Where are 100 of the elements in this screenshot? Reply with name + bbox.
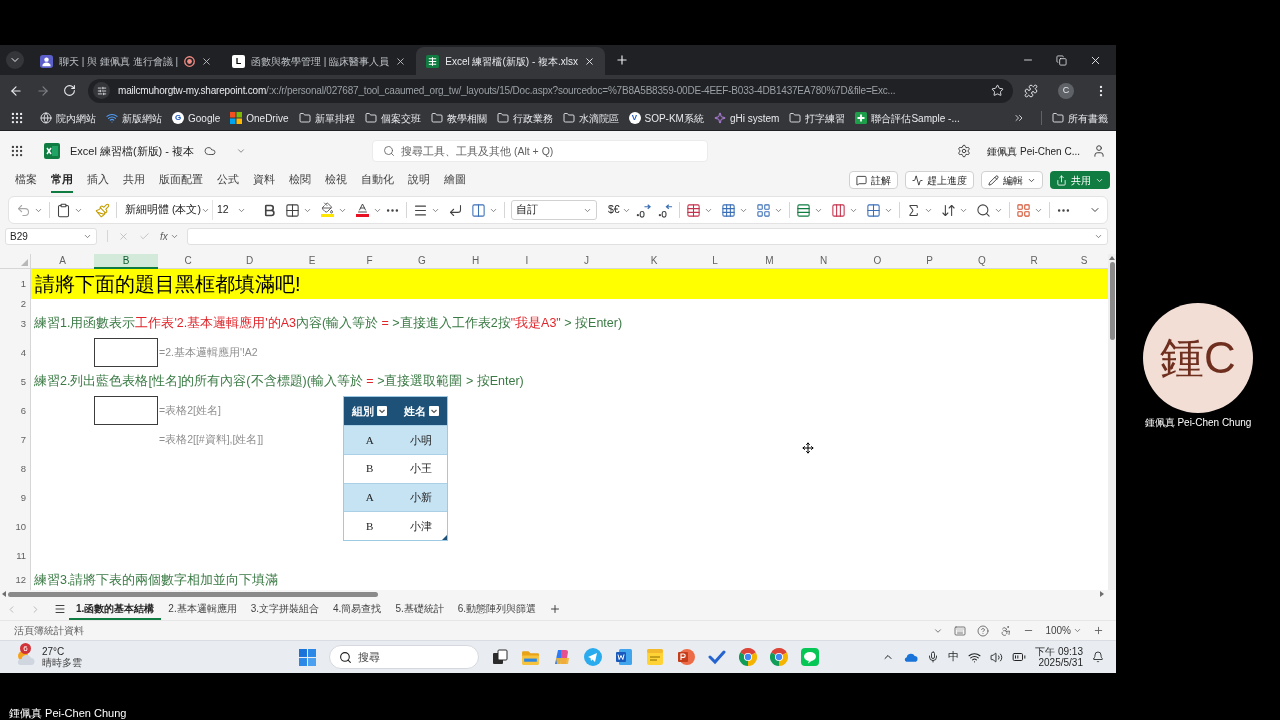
column-header[interactable]: C <box>158 254 218 269</box>
column-header[interactable]: P <box>903 254 956 269</box>
taskbar-search-box[interactable]: 搜尋 <box>329 645 479 669</box>
row-number[interactable]: 5 <box>0 367 31 396</box>
reload-icon[interactable] <box>63 84 76 97</box>
task-view-icon[interactable] <box>492 649 508 665</box>
name-box[interactable]: B29 <box>5 227 97 245</box>
bookmark-star-icon[interactable] <box>991 84 1004 97</box>
formula-input[interactable] <box>186 227 1108 245</box>
bookmark[interactable]: V SOP-KM系統 <box>628 110 704 126</box>
conditional-formatting-icon[interactable] <box>685 202 701 218</box>
bookmark[interactable]: 打字練習 <box>789 110 846 126</box>
align-left-icon[interactable] <box>413 202 428 218</box>
column-header[interactable]: O <box>852 254 903 269</box>
paste-icon[interactable] <box>56 202 71 218</box>
ribbon-tab[interactable]: 檢視 <box>325 167 347 193</box>
battery-icon[interactable] <box>1012 650 1027 664</box>
cloud-icon[interactable] <box>204 145 217 157</box>
ribbon-tab[interactable]: 版面配置 <box>159 167 203 193</box>
bold-icon[interactable] <box>262 202 277 218</box>
volume-icon[interactable] <box>990 650 1004 664</box>
bookmark[interactable]: 教學相關 <box>430 110 487 126</box>
filter-dropdown-icon[interactable] <box>428 406 439 416</box>
number-format-dropdown[interactable]: 自訂 <box>511 200 597 220</box>
bookmark[interactable]: 個案交班 <box>364 110 421 126</box>
address-bar[interactable]: mailcmuhorgtw-my.sharepoint.com/:x:/r/personal/027687_tool_caaumed_org_tw/_layouts/15/Doc.aspx?sourcedoc=%7B8A5B8359-00DE-4EEF-B033-4DB1437EA780%7D&file=Exc... <box>88 78 1013 103</box>
bookmark[interactable]: OneDrive <box>230 110 289 126</box>
bookmark[interactable]: 水滴院區 <box>562 110 619 126</box>
row-number[interactable]: 8 <box>0 454 31 483</box>
column-header[interactable]: L <box>686 254 744 269</box>
all-sheets-icon[interactable] <box>54 603 66 615</box>
browser-icon[interactable] <box>770 648 788 666</box>
action-button[interactable]: 共用 <box>1050 171 1110 189</box>
add-ins-icon[interactable] <box>1015 202 1031 218</box>
filter-dropdown-icon[interactable] <box>377 406 388 416</box>
row-number[interactable]: 2 <box>0 299 31 309</box>
cloud-icon[interactable] <box>903 652 919 662</box>
close-icon[interactable] <box>201 55 213 67</box>
sheet-tab[interactable]: 2.基本邏輯應用 <box>161 598 244 620</box>
file-title[interactable]: Excel 練習檔(新版) - 複本 <box>70 142 195 160</box>
row-number[interactable]: 12 <box>0 570 31 590</box>
row-number[interactable]: 10 <box>0 512 31 541</box>
currency-button[interactable]: $€ <box>608 202 631 218</box>
notifications-icon[interactable] <box>1092 651 1104 663</box>
merge-cells-icon[interactable] <box>471 202 486 218</box>
presentation-icon[interactable] <box>677 648 695 666</box>
apps-icon[interactable] <box>10 111 24 125</box>
start-icon[interactable] <box>299 648 316 666</box>
checkmark-icon[interactable] <box>708 648 726 666</box>
undo-icon[interactable] <box>16 202 31 218</box>
folder-icon[interactable] <box>521 648 540 666</box>
column-header[interactable]: E <box>281 254 343 269</box>
weather-text[interactable]: 晴時多雲 <box>42 657 82 668</box>
scroll-thumb[interactable] <box>8 591 378 597</box>
action-button[interactable]: 註解 <box>849 171 898 189</box>
bookmark[interactable]: 新版網站 <box>106 110 162 126</box>
temperature-text[interactable]: 27°C <box>42 646 82 657</box>
search-field[interactable]: 搜尋工具、工具及其他 (Alt + Q) <box>401 142 703 160</box>
column-header[interactable]: N <box>795 254 852 269</box>
browser-tab[interactable]: 聊天 | 與 鍾佩真 進行會議 | <box>30 47 223 75</box>
browser-tab[interactable]: L 函數與教學管理 | 臨床醫事人員 <box>222 47 417 75</box>
ribbon-tab[interactable]: 檔案 <box>15 167 37 193</box>
insert-cells-icon[interactable] <box>795 202 811 218</box>
browser-icon[interactable] <box>739 648 757 666</box>
search-box[interactable]: 搜尋工具、工具及其他 (Alt + Q) <box>372 140 708 162</box>
ribbon-tab[interactable]: 檢閱 <box>289 167 311 193</box>
input-method-indicator[interactable]: 中 <box>948 649 960 665</box>
borders-icon[interactable] <box>285 202 300 218</box>
column-header[interactable]: M <box>744 254 795 269</box>
microphone-icon[interactable] <box>927 651 940 663</box>
scroll-left-icon[interactable] <box>2 591 6 597</box>
add-sheet-icon[interactable] <box>549 603 562 615</box>
close-icon[interactable] <box>584 55 596 67</box>
column-header[interactable]: R <box>1008 254 1060 269</box>
extensions-icon[interactable] <box>1024 83 1038 98</box>
format-cells-icon[interactable] <box>865 202 881 218</box>
row-number[interactable]: 6 <box>0 396 31 425</box>
ribbon-tab[interactable]: 常用 <box>51 167 73 193</box>
ribbon-tab[interactable]: 自動化 <box>361 167 394 193</box>
wifi-icon[interactable] <box>968 650 982 664</box>
increase-decimal-icon[interactable] <box>635 202 651 218</box>
close-icon[interactable] <box>395 55 407 67</box>
column-header[interactable]: K <box>622 254 686 269</box>
profile-avatar[interactable]: C <box>1058 82 1074 99</box>
document-icon[interactable] <box>615 648 633 666</box>
answer-box[interactable] <box>94 396 158 425</box>
status-text[interactable]: 活頁簿統計資料 <box>14 623 84 638</box>
row-number[interactable]: 1 <box>0 269 31 299</box>
row-number[interactable]: 4 <box>0 338 31 367</box>
restore-icon[interactable] <box>1056 54 1067 66</box>
settings-icon[interactable] <box>957 144 972 158</box>
browser-tab[interactable]: Excel 練習檔(新版) - 複本.xlsx <box>416 47 606 75</box>
ribbon-tab[interactable]: 資料 <box>253 167 275 193</box>
user-name[interactable]: 鍾佩真 Pei-Chen C... <box>987 143 1080 159</box>
resize-handle-icon[interactable] <box>442 535 447 540</box>
bookmark[interactable]: 院內網站 <box>40 110 96 126</box>
find-icon[interactable] <box>975 202 991 218</box>
font-size-dropdown[interactable]: 12 <box>212 200 250 220</box>
chat-bubble-icon[interactable] <box>801 648 819 666</box>
ribbon-tab[interactable]: 插入 <box>87 167 109 193</box>
